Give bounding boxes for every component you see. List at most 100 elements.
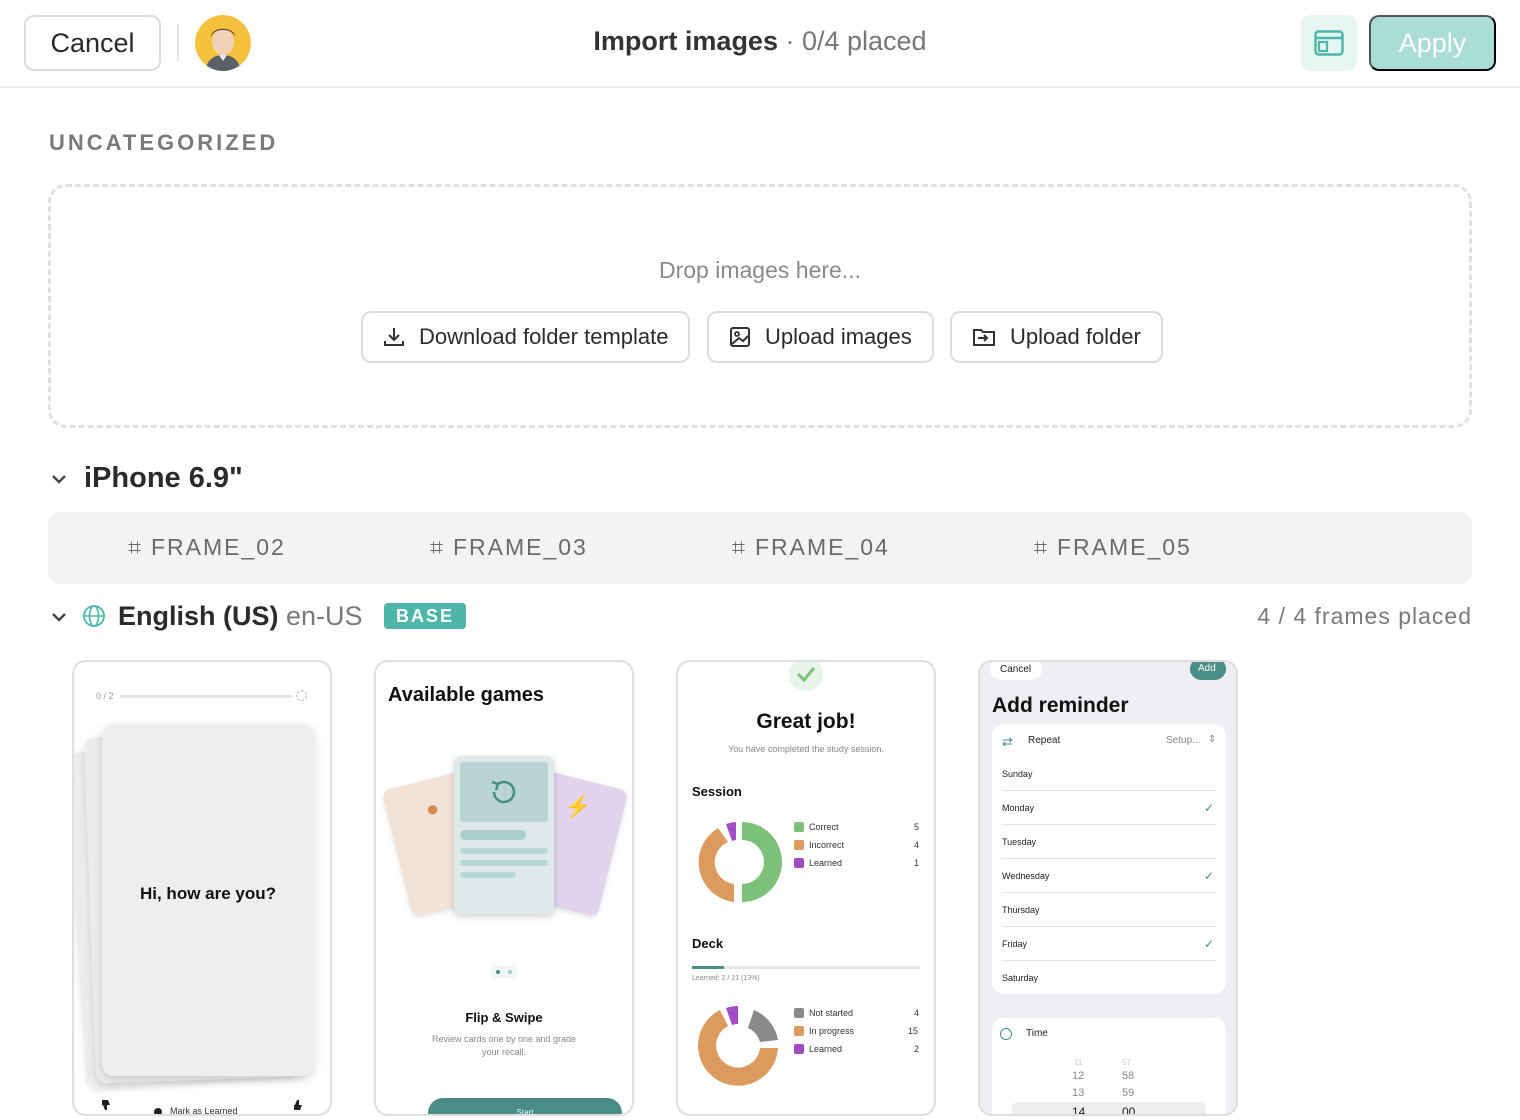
hour-option-selected[interactable]: 14 (1072, 1105, 1085, 1114)
day-sunday[interactable]: Sunday (1002, 769, 1033, 779)
row-divider (1002, 960, 1216, 961)
day-saturday[interactable]: Saturday (1002, 973, 1038, 983)
frame-tab[interactable]: ⌗ FRAME_05 (1034, 534, 1192, 561)
language-name: English (US) (118, 601, 279, 631)
legend-label: Incorrect (809, 840, 845, 850)
download-icon (384, 328, 404, 346)
frame-tab[interactable]: ⌗ FRAME_04 (732, 534, 890, 561)
minute-option[interactable]: 58 (1122, 1070, 1134, 1082)
deck-progress-text: Learned: 2 / 21 (13%) (692, 975, 760, 982)
deck-label: Deck (692, 936, 724, 951)
image-icon (730, 327, 750, 347)
screen-title: Add reminder (992, 694, 1129, 717)
reminder-cancel-label: Cancel (1000, 664, 1032, 675)
upload-images-button[interactable]: Upload images (707, 311, 934, 363)
screen-title: Available games (388, 684, 545, 706)
row-divider (1002, 824, 1216, 825)
frame-icon: ⌗ (1034, 534, 1049, 560)
progress-text: 0 / 2 (96, 691, 114, 701)
hour-option[interactable]: 12 (1072, 1070, 1084, 1082)
screen-title: Great job! (756, 710, 856, 733)
frame-icon: ⌗ (128, 534, 143, 560)
download-template-button[interactable]: Download folder template (361, 311, 691, 363)
frames-placed-count: 4 / 4 frames placed (1257, 603, 1472, 629)
minute-option-selected[interactable]: 00 (1122, 1105, 1135, 1114)
title-text: Import images (593, 26, 778, 56)
flame-icon: ● (426, 796, 440, 821)
frame-thumbnail[interactable]: Available games ● ⚡ Flip & Swipe Review … (374, 660, 634, 1116)
day-monday[interactable]: Monday (1002, 803, 1034, 813)
section-label: UNCATEGORIZED (49, 130, 279, 155)
setup-select[interactable]: Setup... (1166, 735, 1200, 746)
checkmark-icon: ✓ (1204, 937, 1215, 951)
game-title: Flip & Swipe (465, 1010, 543, 1025)
card-line (460, 872, 516, 878)
session-donut-chart (698, 822, 782, 902)
legend-swatch-correct (794, 822, 804, 832)
game-description: Review cards one by one and grade (431, 1034, 577, 1044)
device-name: iPhone 6.9" (84, 462, 243, 494)
frame-thumbnail[interactable]: Great job! You have completed the study … (676, 660, 936, 1116)
day-tuesday[interactable]: Tuesday (1002, 837, 1036, 847)
legend-value: 15 (908, 1026, 919, 1036)
deck-progress-track (692, 966, 920, 969)
row-divider (1002, 790, 1216, 791)
frames-bar: ⌗ FRAME_02 ⌗ FRAME_03 ⌗ FRAME_04 ⌗ FRAME_05 (48, 512, 1472, 584)
globe-icon (83, 605, 105, 627)
minute-option[interactable]: 59 (1122, 1087, 1134, 1099)
upload-folder-button[interactable]: Upload folder (950, 311, 1163, 363)
frame-tab[interactable]: ⌗ FRAME_03 (430, 534, 588, 561)
layout-toggle-button[interactable] (1301, 15, 1357, 71)
day-friday[interactable]: Friday (1002, 939, 1027, 949)
legend-label: Learned (809, 858, 843, 868)
checkmark-icon: ✓ (1204, 801, 1215, 815)
card-line (460, 830, 526, 840)
screen-subtitle: You have completed the study session. (728, 744, 884, 754)
clock-icon (1000, 1028, 1012, 1040)
minute-option[interactable]: 57 (1122, 1058, 1131, 1067)
hour-option[interactable]: 11 (1074, 1058, 1082, 1067)
placed-count: · 0/4 placed (785, 26, 927, 56)
legend-swatch-incorrect (794, 840, 804, 850)
legend-swatch-learned (794, 858, 804, 868)
card-text: Hi, how are you? (139, 884, 277, 903)
mark-learned-label: Mark as Learned (170, 1106, 238, 1116)
hour-option[interactable]: 13 (1072, 1087, 1084, 1099)
frame-label: FRAME_03 (452, 534, 588, 560)
legend-label: Learned (809, 1044, 843, 1054)
frame-tab[interactable]: ⌗ FRAME_02 (128, 534, 286, 561)
row-divider (1002, 892, 1216, 893)
day-thursday[interactable]: Thursday (1002, 905, 1040, 915)
frame-thumbnail[interactable]: 0 / 2 Hi, how are you? Mark as Learned (72, 660, 332, 1116)
repeat-card (992, 724, 1226, 994)
spinner-icon (296, 690, 307, 701)
repeat-label: Repeat (1028, 735, 1061, 746)
time-picker-selection (1012, 1102, 1206, 1114)
page-title: Import images · 0/4 placed (0, 26, 1520, 57)
deck-donut-chart (698, 1006, 778, 1086)
layout-icon (1314, 30, 1344, 56)
language-header[interactable]: English (US) en-US BASE 4 / 4 frames pla… (48, 598, 1472, 638)
deck-progress-fill (692, 966, 724, 969)
top-bar: Cancel Import images · 0/4 placed Apply (0, 0, 1520, 88)
checkmark-icon: ✓ (1204, 869, 1215, 883)
reminder-add-label: Add (1198, 663, 1216, 674)
progress-bar (120, 695, 292, 698)
download-template-label: Download folder template (419, 324, 669, 349)
page-dot-active (496, 970, 500, 974)
frame-thumbnail[interactable]: Cancel Add Add reminder ⇄ Repeat Setup..… (978, 660, 1238, 1116)
device-header[interactable]: iPhone 6.9" (48, 462, 243, 495)
legend-label: Correct (809, 822, 839, 832)
apply-button[interactable]: Apply (1369, 15, 1496, 71)
drop-hint: Drop images here... (659, 257, 861, 283)
upload-folder-label: Upload folder (1010, 324, 1141, 349)
legend-value: 2 (914, 1044, 920, 1054)
legend-swatch-not-started (794, 1008, 804, 1018)
day-wednesday[interactable]: Wednesday (1002, 871, 1049, 881)
legend-value: 4 (914, 1008, 920, 1018)
legend-value: 1 (914, 858, 920, 868)
frame-label: FRAME_04 (754, 534, 890, 560)
thumbs-down-icon (102, 1100, 110, 1110)
drop-zone[interactable]: Drop images here... Download folder temp… (48, 184, 1472, 428)
card-line (460, 848, 548, 854)
